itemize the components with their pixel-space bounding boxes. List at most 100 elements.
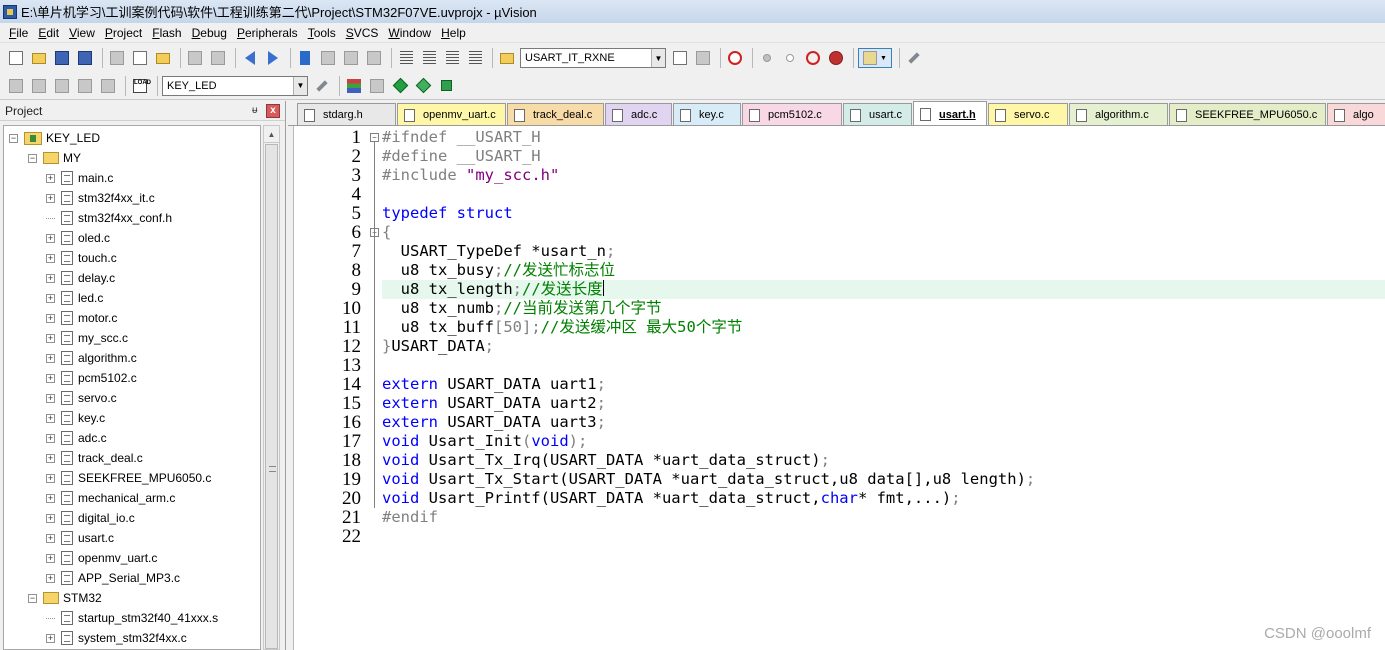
new-file-button[interactable]	[6, 48, 26, 68]
tab-stdarg-h[interactable]: stdarg.h	[297, 103, 396, 125]
undo-button[interactable]	[185, 48, 205, 68]
manage-run-time-env-button[interactable]	[390, 76, 410, 96]
code-line[interactable]: u8 tx_numb;//当前发送第几个字节	[382, 299, 662, 318]
tree-file-item[interactable]: + SEEKFREE_MPU6050.c	[46, 468, 211, 488]
uncomment-button[interactable]	[465, 48, 485, 68]
tree-file-item[interactable]: + led.c	[46, 288, 103, 308]
scroll-up-arrow-icon[interactable]: ▲	[264, 126, 279, 143]
expand-icon[interactable]: +	[46, 393, 55, 403]
menu-item[interactable]: File	[4, 23, 33, 43]
tree-file-item[interactable]: + usart.c	[46, 528, 114, 548]
expand-icon[interactable]: +	[46, 573, 55, 583]
tab-usart-h[interactable]: usart.h	[913, 101, 987, 125]
manage-project-items-button[interactable]	[344, 76, 364, 96]
configure-button[interactable]	[904, 48, 924, 68]
tree-file-item[interactable]: + oled.c	[46, 228, 110, 248]
chevron-down-icon[interactable]: ▼	[293, 76, 307, 95]
pin-icon[interactable]: ᵾ	[252, 105, 262, 116]
project-tree-scrollbar[interactable]: ▲	[263, 125, 280, 650]
tree-file-item[interactable]: + motor.c	[46, 308, 117, 328]
expand-icon[interactable]: +	[46, 513, 55, 523]
tab-servo-c[interactable]: servo.c	[988, 103, 1068, 125]
code-line[interactable]: #define __USART_H	[382, 147, 541, 166]
kill-breakpoints-button[interactable]	[826, 48, 846, 68]
next-bookmark-button[interactable]	[341, 48, 361, 68]
expand-icon[interactable]: +	[46, 293, 55, 303]
tree-file-item[interactable]: + adc.c	[46, 428, 107, 448]
copy-button[interactable]	[130, 48, 150, 68]
tree-file-item[interactable]: + algorithm.c	[46, 348, 137, 368]
code-line[interactable]: void Usart_Tx_Irq(USART_DATA *uart_data_…	[382, 451, 830, 470]
menu-item[interactable]: Window	[383, 23, 436, 43]
tree-file-item[interactable]: + touch.c	[46, 248, 117, 268]
tab-usart-c[interactable]: usart.c	[843, 103, 912, 125]
tree-group-item[interactable]: − MY	[28, 148, 81, 168]
code-line[interactable]: void Usart_Init(void);	[382, 432, 587, 451]
tree-file-item[interactable]: startup_stm32f40_41xxx.s	[46, 608, 218, 628]
tree-file-item[interactable]: + track_deal.c	[46, 448, 143, 468]
tree-file-item[interactable]: + pcm5102.c	[46, 368, 137, 388]
menu-item[interactable]: Debug	[187, 23, 232, 43]
menu-item[interactable]: Project	[100, 23, 147, 43]
redo-button[interactable]	[208, 48, 228, 68]
code-line[interactable]: u8 tx_length;//发送长度	[382, 280, 1385, 299]
batch-build-button[interactable]	[75, 76, 95, 96]
expand-icon[interactable]: +	[46, 253, 55, 263]
expand-icon[interactable]: +	[46, 413, 55, 423]
project-tree[interactable]: − KEY_LED − MY + main.c + stm32f4xx_it.c stm32f4…	[3, 125, 261, 650]
comment-button[interactable]	[442, 48, 462, 68]
prev-bookmark-button[interactable]	[318, 48, 338, 68]
tree-file-item[interactable]: + delay.c	[46, 268, 115, 288]
code-line[interactable]: {	[382, 223, 391, 242]
tab-openmv-uart-c[interactable]: openmv_uart.c	[397, 103, 506, 125]
tree-file-item[interactable]: + my_scc.c	[46, 328, 128, 348]
tab-key-c[interactable]: key.c	[673, 103, 741, 125]
menu-item[interactable]: Tools	[303, 23, 341, 43]
insert-bookmark-button[interactable]	[295, 48, 315, 68]
navigate-back-button[interactable]	[240, 48, 260, 68]
code-line[interactable]: extern USART_DATA uart3;	[382, 413, 606, 432]
code-line[interactable]: void Usart_Tx_Start(USART_DATA *uart_dat…	[382, 470, 1035, 489]
clear-bookmarks-button[interactable]	[364, 48, 384, 68]
code-line[interactable]: #endif	[382, 508, 438, 527]
tree-file-item[interactable]: + system_stm32f4xx.c	[46, 628, 187, 648]
tree-file-item[interactable]: + stm32f4xx_it.c	[46, 188, 155, 208]
menu-item[interactable]: Peripherals	[232, 23, 303, 43]
expand-icon[interactable]: +	[46, 173, 55, 183]
tree-file-item[interactable]: + mechanical_arm.c	[46, 488, 175, 508]
find-combo[interactable]: USART_IT_RXNE ▼	[520, 48, 666, 68]
expand-icon[interactable]: +	[46, 313, 55, 323]
code-line[interactable]: u8 tx_busy;//发送忙标志位	[382, 261, 615, 280]
expand-icon[interactable]: +	[46, 633, 55, 643]
unindent-button[interactable]	[419, 48, 439, 68]
download-button[interactable]: LOAD	[130, 76, 151, 96]
menu-item[interactable]: SVCS	[341, 23, 384, 43]
window-layout-button[interactable]: ▼	[858, 48, 892, 68]
expand-icon[interactable]: +	[46, 233, 55, 243]
build-button[interactable]	[29, 76, 49, 96]
save-all-button[interactable]	[75, 48, 95, 68]
target-options-button[interactable]	[312, 76, 332, 96]
menu-item[interactable]: Help	[436, 23, 471, 43]
open-file-button[interactable]	[29, 48, 49, 68]
pack-installer-button[interactable]	[436, 76, 456, 96]
code-line[interactable]: }USART_DATA;	[382, 337, 494, 356]
collapse-icon[interactable]: −	[28, 593, 37, 603]
scrollbar-thumb[interactable]	[265, 144, 278, 649]
tree-file-item[interactable]: + APP_Serial_MP3.c	[46, 568, 180, 588]
tree-file-item[interactable]: + digital_io.c	[46, 508, 135, 528]
expand-icon[interactable]: +	[46, 333, 55, 343]
tab-algorithm-c[interactable]: algorithm.c	[1069, 103, 1168, 125]
tab-seekfree-mpu6050-c[interactable]: SEEKFREE_MPU6050.c	[1169, 103, 1326, 125]
find-button[interactable]	[670, 48, 690, 68]
code-line[interactable]: #ifndef __USART_H	[382, 128, 541, 147]
target-combo[interactable]: KEY_LED ▼	[162, 75, 308, 96]
find-in-files-button[interactable]	[497, 48, 517, 68]
code-line[interactable]: u8 tx_buff[50];//发送缓冲区 最大50个字节	[382, 318, 743, 337]
expand-icon[interactable]: +	[46, 473, 55, 483]
expand-icon[interactable]: +	[46, 533, 55, 543]
code-line[interactable]: extern USART_DATA uart1;	[382, 375, 606, 394]
tree-file-item[interactable]: stm32f4xx_conf.h	[46, 208, 172, 228]
fold-collapse-icon[interactable]: −	[370, 133, 379, 142]
code-line[interactable]: #include "my_scc.h"	[382, 166, 559, 185]
